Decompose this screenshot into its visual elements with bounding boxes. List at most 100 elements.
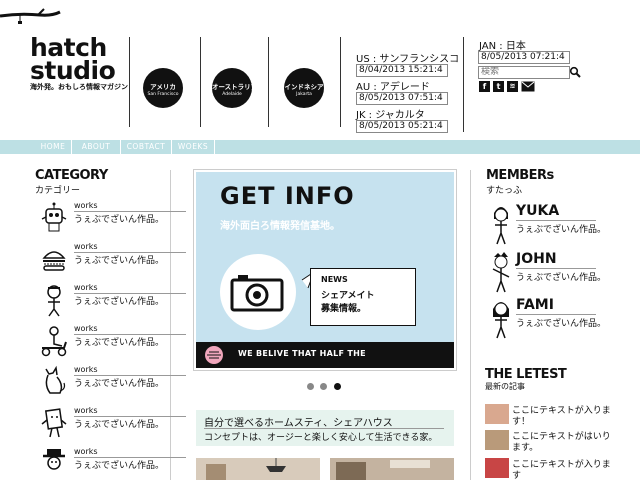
clock-au-label: AU : アデレード: [356, 82, 430, 93]
column-divider: [170, 170, 171, 480]
post-thumbnail-image: [485, 404, 509, 424]
burger-illustration-icon: [42, 251, 66, 271]
header-divider: [340, 37, 341, 127]
info-desc: コンセプトは、オージーと楽しく安心して生活できる家。: [204, 433, 438, 443]
branch-logo-icon: [0, 8, 61, 24]
latest-title: THE LETEST: [485, 367, 567, 382]
members-subtitle: すたっふ: [486, 186, 523, 196]
slider-dot-active[interactable]: [334, 383, 341, 390]
slider-dot[interactable]: [320, 383, 327, 390]
category-item[interactable]: works うぇぶでざいん作品。: [36, 201, 186, 241]
members-title: MEMBERs: [486, 168, 554, 183]
member-card[interactable]: FAMI うぇぶでざいん作品。: [486, 297, 626, 345]
search-input[interactable]: [478, 66, 570, 79]
latest-subtitle: 最新の記事: [485, 382, 525, 391]
room-photo-icon: [196, 458, 320, 480]
region-indonesia-button[interactable]: インドネシア Jakarta: [284, 68, 324, 108]
category-desc: うぇぶでざいん作品。: [74, 379, 165, 389]
region-label: オーストラリア: [212, 83, 258, 91]
main-nav: HOME ABOUT COBTACT WOEKS: [0, 140, 640, 154]
slide-caption: WE BELIVE THAT HALF THE: [238, 349, 366, 358]
post-thumbnail-image: [485, 458, 509, 478]
clock-jk-label: JK : ジャカルタ: [356, 110, 425, 121]
header-divider: [268, 37, 269, 127]
category-item[interactable]: works うぇぶでざいん作品。: [36, 324, 186, 364]
robot-illustration-icon: [41, 202, 67, 232]
cat-illustration-icon: [45, 365, 66, 394]
nav-item-about[interactable]: ABOUT: [72, 140, 121, 154]
category-item[interactable]: works うぇぶでざいん作品。: [36, 283, 186, 323]
member-card[interactable]: YUKA うぇぶでざいん作品。: [486, 203, 626, 251]
category-desc: うぇぶでざいん作品。: [74, 338, 165, 348]
latest-post[interactable]: ここにテキストがはいります。: [485, 430, 635, 454]
room-photo-image[interactable]: [196, 458, 320, 480]
girl-avatar-icon: [493, 302, 509, 339]
nav-item-home[interactable]: HOME: [35, 140, 72, 154]
news-line2: 募集情報。: [321, 304, 367, 314]
category-tag: works: [74, 406, 98, 415]
mail-icon[interactable]: [521, 81, 535, 92]
scooter-illustration-icon: [41, 326, 67, 357]
region-city: San Francisco: [147, 92, 179, 97]
site-tagline: 海外発。おもしろ情報マガジン: [30, 83, 128, 91]
slide-subtitle: 海外面白ろ情報発信基地。: [220, 221, 340, 232]
news-callout[interactable]: NEWS シェアメイト 募集情報。: [310, 268, 416, 326]
header-divider: [129, 37, 130, 127]
rss-icon[interactable]: ≋: [507, 81, 518, 92]
member-name: FAMI: [516, 297, 554, 313]
category-item[interactable]: works うぇぶでざいん作品。: [36, 406, 186, 446]
girl-avatar-icon: [494, 207, 508, 245]
nav-item-contact[interactable]: COBTACT: [121, 140, 172, 154]
clock-au-field[interactable]: 8/05/2013 07:51:4: [356, 92, 448, 105]
member-desc: うぇぶでざいん作品。: [516, 273, 607, 283]
clock-jk-field[interactable]: 8/05/2013 05:21:4: [356, 120, 448, 133]
info-box[interactable]: 自分で選べるホームスティ、シェアハウス コンセプトは、オージーと楽しく安心して生…: [196, 410, 454, 446]
search-icon[interactable]: [569, 66, 581, 78]
member-name: YUKA: [516, 203, 560, 219]
post-title: ここにテキストが入ります: [512, 460, 611, 481]
member-underline: [516, 314, 596, 315]
boy-avatar-icon: [492, 252, 510, 293]
facebook-icon[interactable]: f: [479, 81, 490, 92]
member-desc: うぇぶでざいん作品。: [516, 225, 607, 235]
header-divider: [463, 37, 464, 132]
logo-line2: studio: [30, 56, 116, 85]
featured-slider[interactable]: GET INFO 海外面白ろ情報発信基地。 NEWS シェアメイト 募集情報。 …: [193, 169, 457, 371]
clock-japan-label: JAN : 日本: [479, 41, 526, 52]
character-illustration-icon: [47, 285, 61, 317]
news-line1: シェアメイト: [321, 291, 375, 301]
slide-panel: GET INFO 海外面白ろ情報発信基地。 NEWS シェアメイト 募集情報。: [196, 172, 454, 342]
slide-caption-bar: WE BELIVE THAT HALF THE: [196, 342, 454, 368]
site-logo[interactable]: hatch studio: [30, 35, 116, 85]
region-usa-button[interactable]: アメリカ San Francisco: [143, 68, 183, 108]
clock-japan-field[interactable]: 8/05/2013 07:21:4: [478, 51, 570, 64]
region-label: インドネシア: [284, 83, 324, 91]
category-desc: うぇぶでざいん作品。: [74, 420, 165, 430]
category-item[interactable]: works うぇぶでざいん作品。: [36, 365, 186, 405]
post-title: ここにテキストがはいります。: [512, 432, 611, 453]
category-tag: works: [74, 324, 98, 333]
category-tag: works: [74, 242, 98, 251]
info-title: 自分で選べるホームスティ、シェアハウス: [204, 418, 393, 429]
region-australia-button[interactable]: オーストラリア Adelaide: [212, 68, 258, 108]
member-card[interactable]: JOHN うぇぶでざいん作品。: [486, 251, 626, 299]
category-tag: works: [74, 447, 98, 456]
post-title: ここにテキストが入ります！: [512, 406, 611, 427]
column-divider: [470, 170, 471, 480]
slider-dot[interactable]: [307, 383, 314, 390]
header-divider: [200, 37, 201, 127]
latest-post[interactable]: ここにテキストが入ります！: [485, 404, 635, 428]
latest-post[interactable]: ここにテキストが入ります: [485, 458, 635, 482]
record-badge-icon: [205, 346, 223, 364]
room-photo-image[interactable]: [330, 458, 454, 480]
clock-us-label: US : サンフランシスコ: [356, 54, 460, 65]
twitter-icon[interactable]: t: [493, 81, 504, 92]
category-item[interactable]: works うぇぶでざいん作品。: [36, 447, 186, 487]
category-item[interactable]: works うぇぶでざいん作品。: [36, 242, 186, 282]
nav-item-works[interactable]: WOEKS: [172, 140, 215, 154]
category-desc: うぇぶでざいん作品。: [74, 215, 165, 225]
post-thumbnail-image: [485, 430, 509, 450]
clock-us-field[interactable]: 8/04/2013 15:21:4: [356, 64, 448, 77]
info-underline: [204, 428, 444, 429]
member-underline: [516, 268, 596, 269]
